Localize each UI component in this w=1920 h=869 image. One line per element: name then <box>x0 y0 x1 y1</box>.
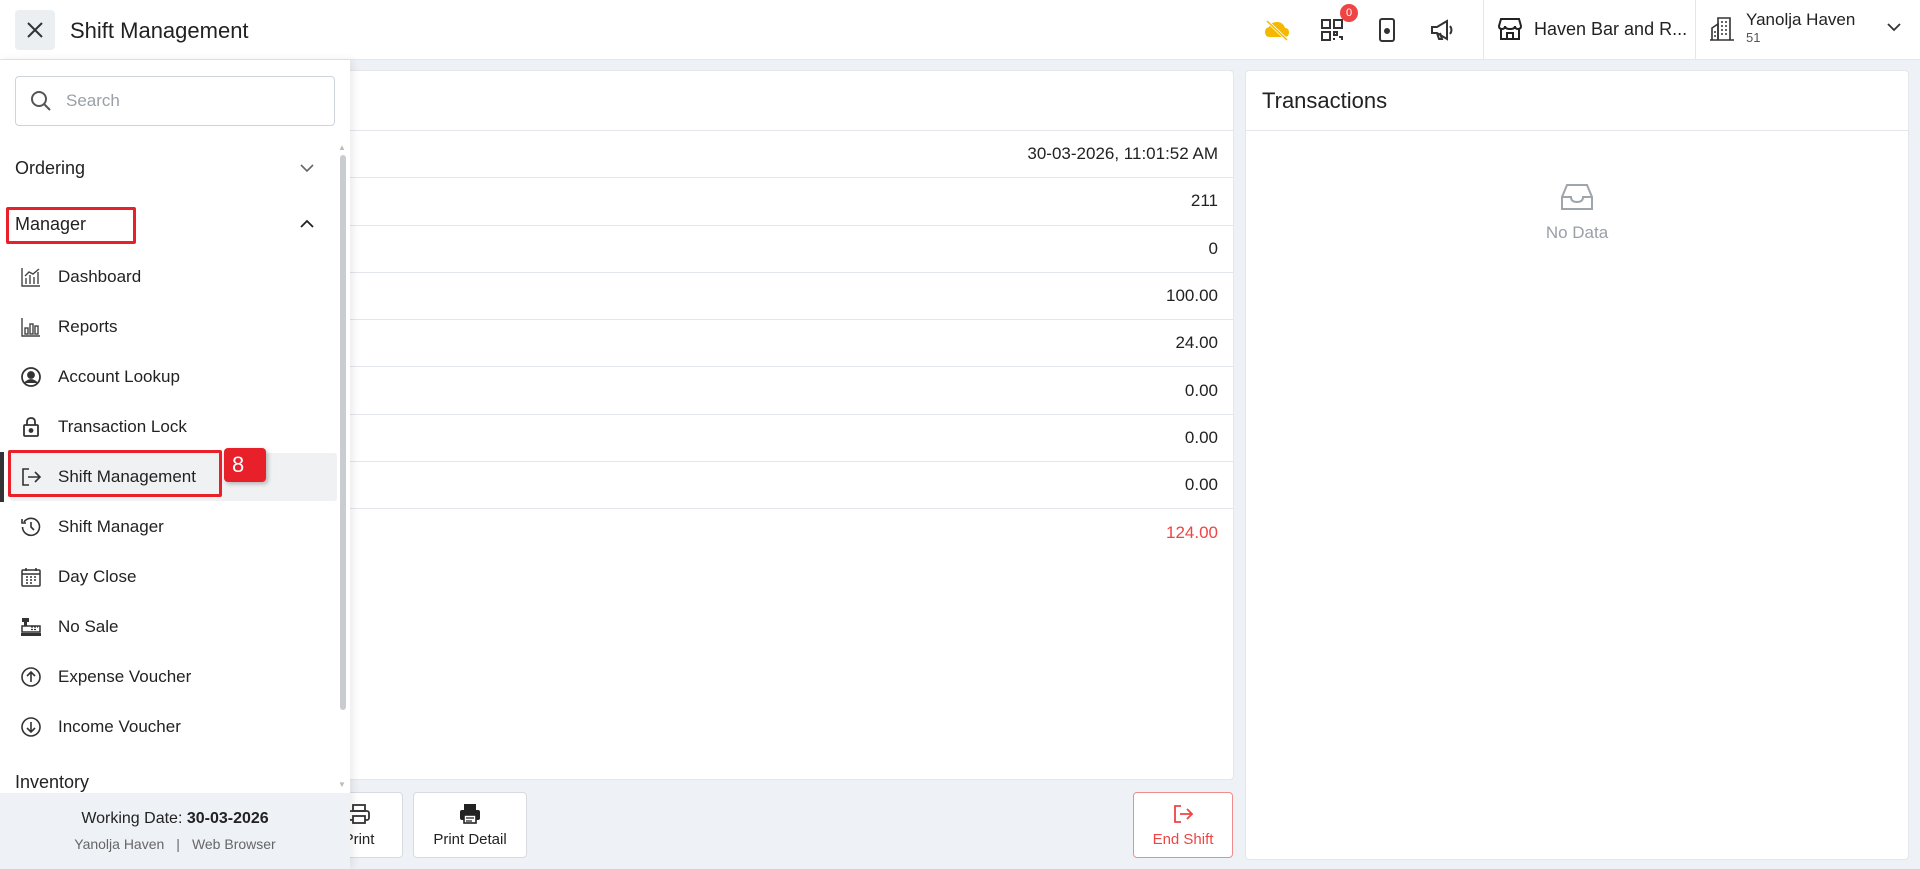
summary-row: 0.00 <box>291 462 1233 510</box>
sidebar-item-label: Transaction Lock <box>58 417 187 436</box>
sidebar-item-day-close[interactable]: Day Close <box>10 553 337 601</box>
top-header: Shift Management 0 Haven Bar and R... Ya… <box>0 0 1920 60</box>
footer-separator: | <box>176 836 180 852</box>
transactions-panel: Transactions No Data <box>1245 70 1909 860</box>
annotation-highlight-shift-management <box>8 450 222 497</box>
cloud-offline-icon[interactable] <box>1263 16 1291 44</box>
property-name: Yanolja Haven <box>74 836 165 852</box>
sidebar-item-no-sale[interactable]: No Sale <box>10 603 337 651</box>
end-shift-label: End Shift <box>1152 830 1214 848</box>
close-icon <box>27 22 43 38</box>
summary-row: 211 <box>291 178 1233 226</box>
cash-register-icon <box>20 616 42 638</box>
section-inventory[interactable]: Inventory <box>15 772 315 792</box>
print-detail-label: Print Detail <box>433 830 507 848</box>
section-ordering[interactable]: Ordering <box>15 153 315 183</box>
chevron-down-icon[interactable] <box>1886 22 1902 32</box>
store-icon <box>1497 18 1523 40</box>
qr-orders-icon[interactable]: 0 <box>1318 4 1358 44</box>
arrow-up-circle-icon <box>20 666 42 688</box>
section-inventory-label: Inventory <box>15 772 90 792</box>
shift-summary-panel: 30-03-2026, 11:01:52 AM 211 0 100.00 24.… <box>290 70 1234 780</box>
chevron-up-icon <box>300 219 314 228</box>
lock-icon <box>20 416 42 438</box>
summary-row: 0 <box>291 226 1233 273</box>
header-divider <box>1483 0 1484 60</box>
search-icon <box>31 91 51 111</box>
printer-detail-icon <box>460 803 480 824</box>
building-icon <box>1710 16 1734 41</box>
user-name: Yanolja Haven <box>1746 10 1856 29</box>
sidebar-item-reports[interactable]: Reports <box>10 303 337 351</box>
sidebar-scrollbar[interactable] <box>340 155 346 710</box>
sidebar-item-label: No Sale <box>58 617 119 636</box>
user-id: 51 <box>1746 30 1761 45</box>
arrow-down-circle-icon <box>20 716 42 738</box>
session-info: Yanolja Haven | Web Browser <box>74 836 275 852</box>
active-item-indicator <box>0 452 4 502</box>
summary-row-total: 124.00 <box>1166 523 1218 543</box>
print-detail-button[interactable]: Print Detail <box>413 792 527 858</box>
inbox-empty-icon <box>1561 184 1593 210</box>
megaphone-icon[interactable] <box>1428 16 1456 44</box>
sidebar-item-label: Shift Manager <box>58 517 164 536</box>
client-name: Web Browser <box>191 836 276 852</box>
scroll-down-arrow[interactable]: ▼ <box>338 780 346 789</box>
sidebar-item-label: Reports <box>58 317 118 336</box>
scroll-up-arrow[interactable]: ▲ <box>338 143 346 152</box>
printer-icon <box>348 803 370 824</box>
notification-badge: 0 <box>1340 4 1358 22</box>
search-input[interactable] <box>66 91 306 111</box>
transactions-title: Transactions <box>1246 71 1908 131</box>
mobile-device-icon[interactable] <box>1373 16 1401 44</box>
section-ordering-label: Ordering <box>15 157 86 178</box>
store-name: Haven Bar and R... <box>1534 18 1688 39</box>
working-date-value: 30-03-2026 <box>186 810 269 827</box>
sidebar-item-label: Dashboard <box>58 267 142 286</box>
sidebar-item-label: Expense Voucher <box>58 667 192 686</box>
history-clock-icon <box>20 516 42 538</box>
sidebar-footer: Working Date: 30-03-2026 Yanolja Haven |… <box>0 793 350 869</box>
sidebar-item-label: Account Lookup <box>58 367 180 386</box>
summary-row: 0.00 <box>291 367 1233 415</box>
end-shift-button[interactable]: End Shift <box>1133 792 1233 858</box>
sidebar-item-shift-manager[interactable]: Shift Manager <box>10 503 337 551</box>
sidebar-item-transaction-lock[interactable]: Transaction Lock <box>10 403 337 451</box>
annotation-step-number: 8 <box>224 448 266 482</box>
sidebar-item-dashboard[interactable]: Dashboard <box>10 253 337 301</box>
summary-row-start-time: 30-03-2026, 11:01:52 AM <box>291 131 1233 179</box>
chart-line-icon <box>20 266 42 288</box>
sidebar-item-income-voucher[interactable]: Income Voucher <box>10 703 337 751</box>
page-title: Shift Management <box>70 18 249 43</box>
sidebar-item-expense-voucher[interactable]: Expense Voucher <box>10 653 337 701</box>
user-circle-icon <box>20 366 42 388</box>
summary-header <box>291 71 1233 131</box>
user-selector[interactable]: Yanolja Haven 51 <box>1708 10 1855 45</box>
sidebar-item-account-lookup[interactable]: Account Lookup <box>10 353 337 401</box>
summary-row: 24.00 <box>291 320 1233 368</box>
logout-icon <box>1174 804 1194 823</box>
working-date: Working Date: 30-03-2026 <box>81 810 269 827</box>
summary-row: 100.00 <box>291 273 1233 321</box>
sidebar-item-label: Income Voucher <box>58 717 181 736</box>
calendar-icon <box>20 566 42 588</box>
bar-chart-icon <box>20 316 42 338</box>
header-divider <box>1695 0 1696 60</box>
empty-state: No Data <box>1246 181 1908 243</box>
search-box[interactable] <box>15 76 335 126</box>
chevron-down-icon <box>300 164 314 173</box>
annotation-highlight-manager <box>6 207 136 244</box>
summary-row: 0.00 <box>291 415 1233 463</box>
no-data-text: No Data <box>1545 223 1609 242</box>
sidebar-item-label: Day Close <box>58 567 137 586</box>
close-menu-button[interactable] <box>15 10 55 50</box>
store-selector[interactable]: Haven Bar and R... <box>1496 16 1687 42</box>
